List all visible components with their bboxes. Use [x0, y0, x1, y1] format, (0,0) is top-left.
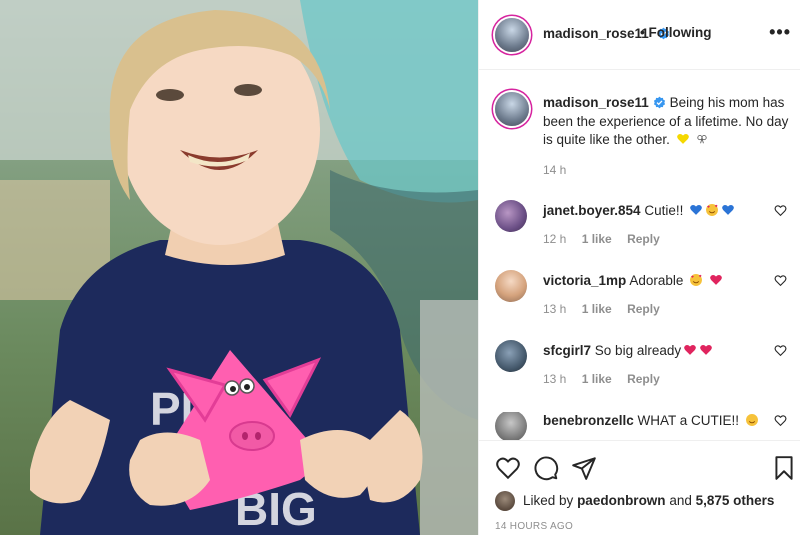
- comment-item: janet.boyer.854 Cutie!! 12 h 1 like Repl…: [479, 200, 800, 262]
- verified-icon: [653, 96, 665, 109]
- comment-text: Adorable: [629, 273, 684, 288]
- author-username[interactable]: madison_rose11: [543, 26, 649, 41]
- yellow-heart-icon: [676, 133, 689, 144]
- smiling-hearts-face-icon: [690, 274, 703, 286]
- post-timestamp: 14 HOURS AGO: [495, 521, 574, 532]
- following-button[interactable]: • Following: [640, 25, 711, 40]
- post-actions-footer: Liked by paedonbrown and 5,875 others 14…: [479, 440, 800, 535]
- comment-icon[interactable]: [533, 455, 559, 481]
- commenter-avatar[interactable]: [495, 270, 527, 302]
- post-caption: madison_rose11 Being his mom has been th…: [543, 94, 791, 150]
- comment-username[interactable]: janet.boyer.854: [543, 203, 641, 218]
- reply-button[interactable]: Reply: [627, 232, 660, 246]
- instagram-post-view: PIG BIG madison_rose11 • Following ••• m…: [0, 0, 800, 535]
- liked-prefix: Liked by: [523, 493, 574, 508]
- comment-likes[interactable]: 1 like: [582, 232, 612, 246]
- commenter-avatar[interactable]: [495, 200, 527, 232]
- heart-icon[interactable]: [774, 414, 787, 427]
- post-photo[interactable]: PIG BIG: [0, 0, 478, 535]
- more-icon[interactable]: •••: [769, 22, 791, 43]
- comment-item: benebronzellc WHAT a CUTIE!!: [479, 412, 800, 440]
- reply-button[interactable]: Reply: [627, 302, 660, 316]
- red-heart-icon: [700, 344, 712, 355]
- comment-text: WHAT a CUTIE!!: [637, 413, 740, 428]
- commenter-avatar[interactable]: [495, 340, 527, 372]
- caption-username[interactable]: madison_rose11: [543, 95, 649, 110]
- comment-time: 12 h: [543, 232, 567, 246]
- bookmark-icon[interactable]: [771, 455, 797, 481]
- comment-username[interactable]: benebronzellc: [543, 413, 634, 428]
- liked-mid: and: [669, 493, 692, 508]
- smiling-hearts-face-icon: [745, 414, 758, 426]
- heart-icon[interactable]: [774, 204, 787, 217]
- liked-user[interactable]: paedonbrown: [577, 493, 666, 508]
- liked-by-text[interactable]: Liked by paedonbrown and 5,875 others: [523, 493, 774, 508]
- caption-avatar[interactable]: [495, 92, 529, 126]
- liker-avatar[interactable]: [495, 491, 515, 511]
- comment-likes[interactable]: 1 like: [582, 302, 612, 316]
- share-icon[interactable]: [571, 455, 597, 481]
- photo-illustration: PIG BIG: [0, 0, 478, 535]
- commenter-avatar[interactable]: [495, 412, 527, 440]
- comment-text: Cutie!!: [644, 203, 684, 218]
- reply-button[interactable]: Reply: [627, 372, 660, 386]
- comment-username[interactable]: sfcgirl7: [543, 343, 591, 358]
- author-avatar[interactable]: [495, 18, 529, 52]
- liked-count[interactable]: 5,875 others: [696, 493, 775, 508]
- comment-item: sfcgirl7 So big already 13 h 1 like Repl…: [479, 340, 800, 402]
- comment-item: victoria_1mp Adorable 13 h 1 like Reply: [479, 270, 800, 332]
- comment-username[interactable]: victoria_1mp: [543, 273, 626, 288]
- smiling-hearts-face-icon: [706, 204, 719, 216]
- comment-likes[interactable]: 1 like: [582, 372, 612, 386]
- blue-heart-icon: [722, 204, 734, 215]
- red-heart-icon: [684, 344, 696, 355]
- blue-heart-icon: [690, 204, 702, 215]
- post-header: madison_rose11 • Following •••: [479, 0, 800, 70]
- heart-icon[interactable]: [495, 455, 521, 481]
- caption-timestamp: 14 h: [543, 163, 567, 177]
- post-side-panel: madison_rose11 • Following ••• madison_r…: [478, 0, 800, 535]
- comment-time: 13 h: [543, 302, 567, 316]
- heart-icon[interactable]: [774, 344, 787, 357]
- comment-text: So big already: [594, 343, 682, 358]
- ribbon-icon: [697, 135, 707, 144]
- heart-icon[interactable]: [774, 274, 787, 287]
- comment-time: 13 h: [543, 372, 567, 386]
- red-heart-icon: [710, 274, 722, 285]
